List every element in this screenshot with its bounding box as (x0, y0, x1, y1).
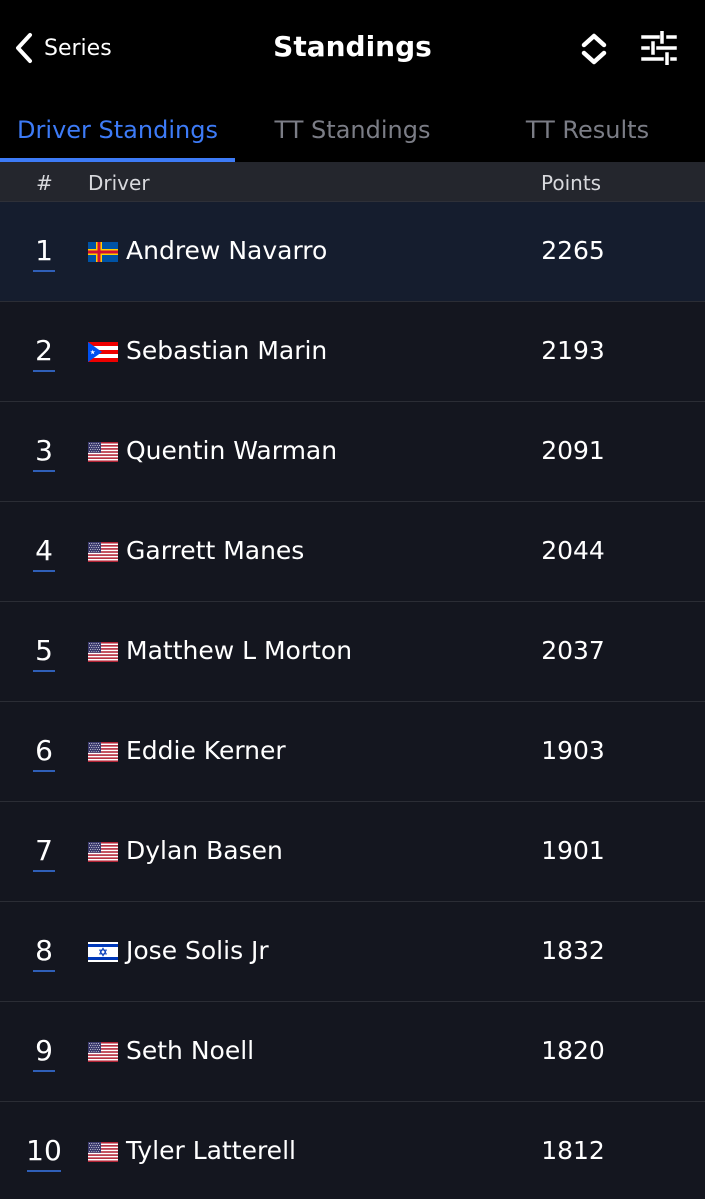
position-underline (33, 270, 55, 272)
tab-bar: Driver Standings TT Standings TT Results (0, 97, 705, 162)
position-underline (33, 370, 55, 372)
position-number: 1 (35, 234, 53, 267)
column-header-driver: Driver (88, 171, 150, 195)
position-underline (33, 670, 55, 672)
israel-flag-icon (88, 942, 118, 962)
position-number: 4 (35, 534, 53, 567)
standings-row[interactable]: 1 Andrew Navarro 2265 (0, 202, 705, 302)
sliders-icon (641, 30, 677, 66)
driver-points: 2193 (541, 336, 605, 365)
tab-tt-standings[interactable]: TT Standings (235, 97, 470, 162)
position-number: 3 (35, 434, 53, 467)
column-header-position: # (36, 171, 53, 195)
position-underline (33, 570, 55, 572)
standings-list: 1 Andrew Navarro 2265 2 Sebastian Marin … (0, 202, 705, 1199)
driver-points: 2044 (541, 536, 605, 565)
position-underline (33, 770, 55, 772)
position-underline (33, 870, 55, 872)
position-number: 10 (26, 1134, 62, 1167)
position-underline (33, 970, 55, 972)
position-number: 7 (35, 834, 53, 867)
driver-points: 2037 (541, 636, 605, 665)
usa-flag-icon (88, 842, 118, 862)
position-underline (33, 470, 55, 472)
driver-name: Sebastian Marin (126, 336, 328, 365)
puerto-rico-flag-icon (88, 342, 118, 362)
standings-screen: Series Standings Driver Standings TT Sta… (0, 0, 705, 1199)
usa-flag-icon (88, 542, 118, 562)
position-number: 5 (35, 634, 53, 667)
driver-name: Dylan Basen (126, 836, 283, 865)
driver-points: 1820 (541, 1036, 605, 1065)
driver-name: Matthew L Morton (126, 636, 353, 665)
position-number: 8 (35, 934, 53, 967)
driver-points: 1832 (541, 936, 605, 965)
driver-name: Jose Solis Jr (126, 936, 269, 965)
driver-points: 2265 (541, 236, 605, 265)
standings-row[interactable]: 3 Quentin Warman 2091 (0, 402, 705, 502)
driver-name: Eddie Kerner (126, 736, 286, 765)
standings-row[interactable]: 2 Sebastian Marin 2193 (0, 302, 705, 402)
driver-name: Seth Noell (126, 1036, 255, 1065)
sort-button[interactable] (578, 32, 610, 66)
filter-button[interactable] (640, 30, 678, 66)
usa-flag-icon (88, 642, 118, 662)
standings-row[interactable]: 9 Seth Noell 1820 (0, 1002, 705, 1102)
standings-row[interactable]: 8 Jose Solis Jr 1832 (0, 902, 705, 1002)
driver-name: Andrew Navarro (126, 236, 328, 265)
usa-flag-icon (88, 1142, 118, 1162)
driver-name: Quentin Warman (126, 436, 338, 465)
driver-points: 2091 (541, 436, 605, 465)
usa-flag-icon (88, 442, 118, 462)
driver-name: Garrett Manes (126, 536, 305, 565)
position-number: 6 (35, 734, 53, 767)
driver-name: Tyler Latterell (126, 1136, 296, 1165)
standings-row[interactable]: 7 Dylan Basen 1901 (0, 802, 705, 902)
table-header: # Driver Points (0, 162, 705, 202)
tab-driver-standings[interactable]: Driver Standings (0, 97, 235, 162)
tab-tt-results[interactable]: TT Results (470, 97, 705, 162)
usa-flag-icon (88, 742, 118, 762)
standings-row[interactable]: 6 Eddie Kerner 1903 (0, 702, 705, 802)
position-number: 2 (35, 334, 53, 367)
usa-flag-icon (88, 1042, 118, 1062)
standings-row[interactable]: 4 Garrett Manes 2044 (0, 502, 705, 602)
position-number: 9 (35, 1034, 53, 1067)
standings-row[interactable]: 5 Matthew L Morton 2037 (0, 602, 705, 702)
top-nav-bar: Series Standings (0, 0, 705, 97)
sort-updown-icon (581, 33, 607, 65)
aland-flag-icon (88, 242, 118, 262)
driver-points: 1812 (541, 1136, 605, 1165)
driver-points: 1903 (541, 736, 605, 765)
position-underline (27, 1170, 61, 1172)
position-underline (33, 1070, 55, 1072)
column-header-points: Points (541, 171, 602, 195)
driver-points: 1901 (541, 836, 605, 865)
standings-row[interactable]: 10 Tyler Latterell 1812 (0, 1102, 705, 1199)
